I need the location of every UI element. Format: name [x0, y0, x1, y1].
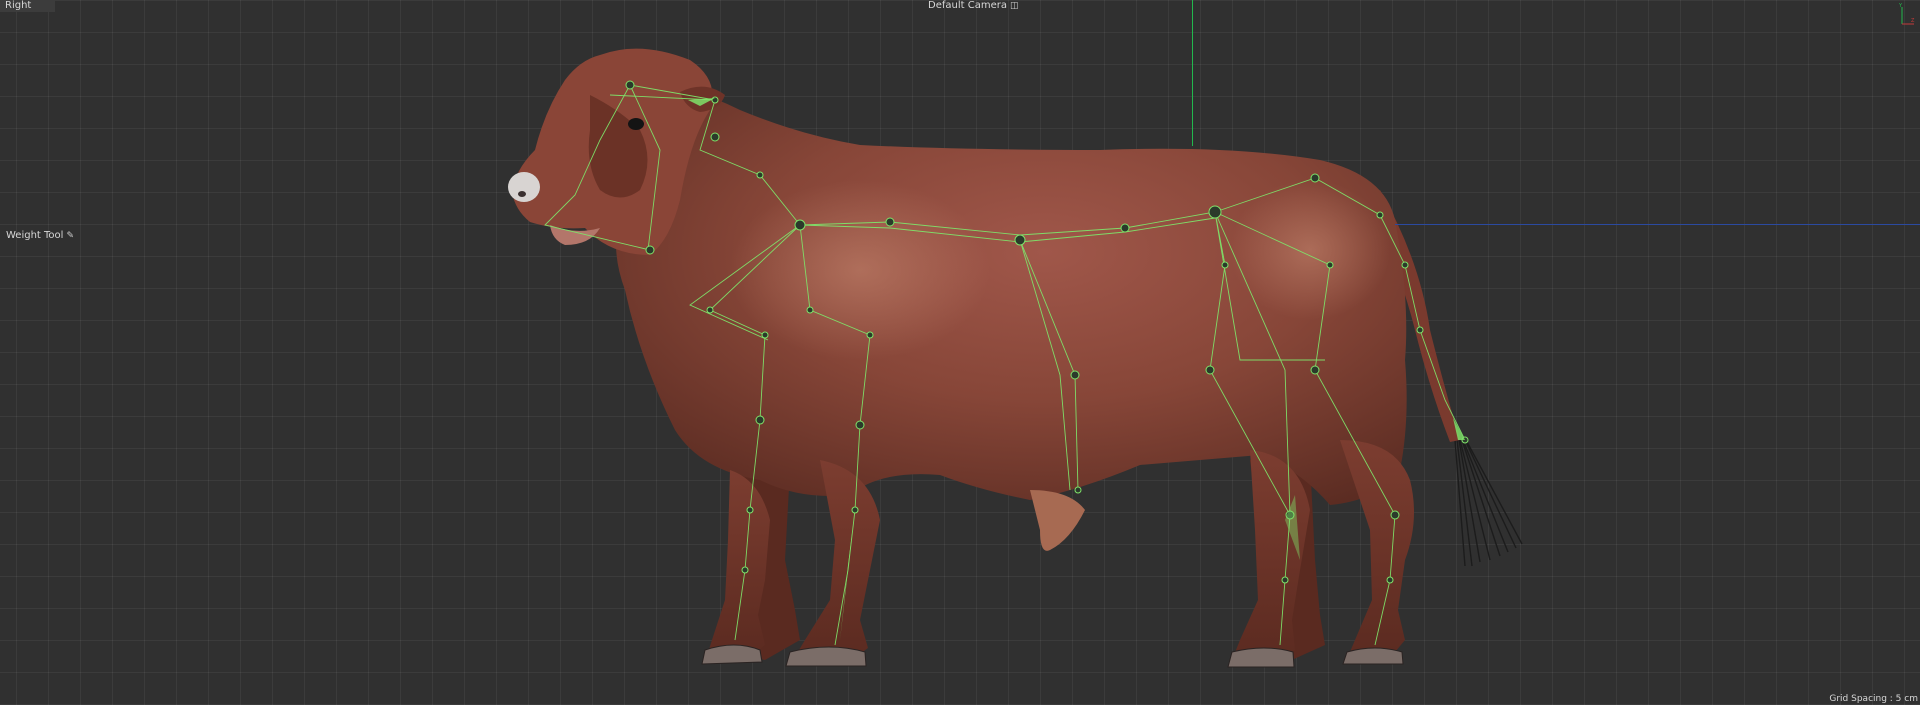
joint[interactable]: [866, 331, 874, 339]
joint[interactable]: [645, 245, 655, 255]
joint[interactable]: [1376, 211, 1384, 219]
joint[interactable]: [1326, 261, 1334, 269]
eye: [628, 118, 644, 130]
viewport-3d[interactable]: Right Default Camera ◫ Weight Tool ✎ Grid …: [0, 0, 1920, 705]
active-tool-text: Weight Tool: [6, 230, 64, 241]
joint[interactable]: [710, 132, 720, 142]
joint[interactable]: [806, 306, 814, 314]
svg-text:Z: Z: [1911, 18, 1915, 24]
body-highlight: [730, 180, 990, 360]
joint[interactable]: [1401, 261, 1409, 269]
grid-spacing-label: Grid Spacing : 5 cm: [1829, 693, 1918, 705]
joint[interactable]: [794, 219, 806, 231]
joint[interactable]: [1386, 576, 1394, 584]
joint[interactable]: [1390, 510, 1400, 520]
joint[interactable]: [755, 415, 765, 425]
nostril: [518, 191, 526, 197]
joint[interactable]: [1208, 205, 1222, 219]
joint[interactable]: [756, 171, 764, 179]
active-tool-label: Weight Tool ✎: [6, 230, 74, 242]
joint[interactable]: [625, 80, 635, 90]
sheath: [1030, 490, 1085, 551]
joint[interactable]: [746, 506, 754, 514]
joint[interactable]: [1221, 261, 1229, 269]
joint[interactable]: [855, 420, 865, 430]
joint[interactable]: [1281, 576, 1289, 584]
joint[interactable]: [761, 331, 769, 339]
axis-gizmo-icon[interactable]: Y Z: [1894, 2, 1916, 28]
joint[interactable]: [706, 306, 714, 314]
joint[interactable]: [711, 96, 719, 104]
joint[interactable]: [1310, 365, 1320, 375]
brush-icon: ✎: [66, 231, 74, 241]
muzzle: [508, 172, 540, 202]
joint[interactable]: [741, 566, 749, 574]
near-front-leg: [705, 470, 770, 662]
joint[interactable]: [1310, 173, 1320, 183]
camera-icon[interactable]: ◫: [1010, 0, 1019, 12]
grid-spacing-text: Grid Spacing : 5 cm: [1829, 694, 1918, 704]
joint[interactable]: [1074, 486, 1082, 494]
joint[interactable]: [1014, 234, 1026, 246]
joint[interactable]: [1070, 370, 1080, 380]
joint[interactable]: [885, 217, 895, 227]
joint[interactable]: [1416, 326, 1424, 334]
camera-label[interactable]: Default Camera ◫: [928, 0, 1018, 12]
joint[interactable]: [1120, 223, 1130, 233]
view-name-label[interactable]: Right: [0, 0, 55, 12]
joint[interactable]: [1205, 365, 1215, 375]
scene-canvas[interactable]: [0, 0, 1920, 705]
view-name-text: Right: [5, 0, 32, 11]
tail-hair: [1454, 439, 1523, 567]
camera-name-text: Default Camera: [928, 0, 1007, 11]
